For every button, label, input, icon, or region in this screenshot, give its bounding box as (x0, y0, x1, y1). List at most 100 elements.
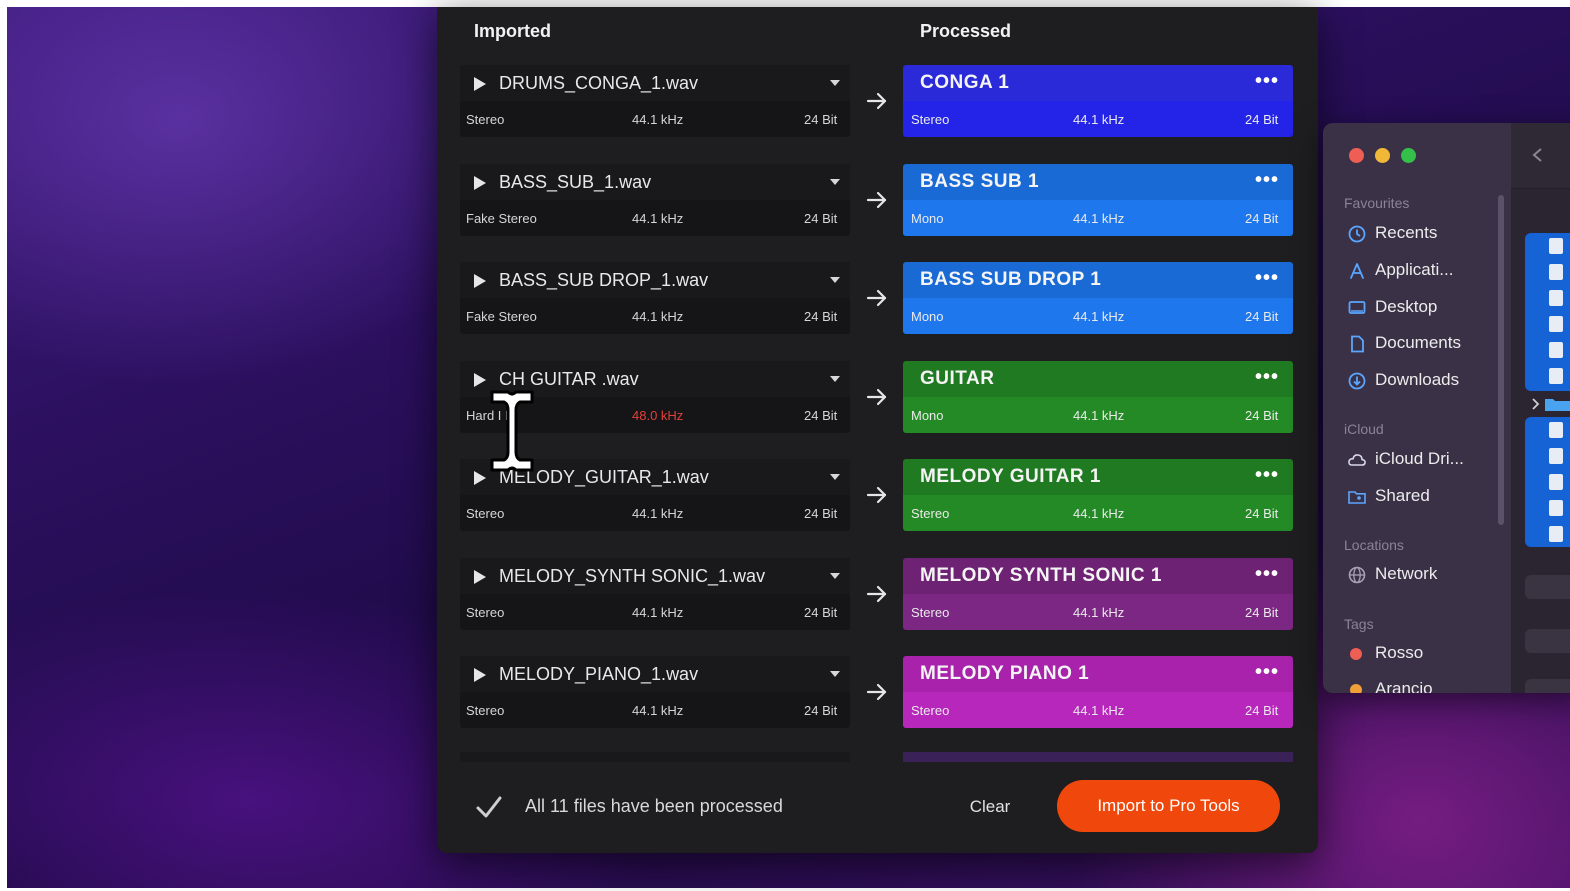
processed-channels: Stereo (911, 703, 950, 718)
play-icon[interactable] (474, 668, 486, 682)
next-imported-file-partial (460, 752, 850, 762)
imported-file[interactable]: MELODY_SYNTH SONIC_1.wav Stereo 44.1 kHz 24… (460, 558, 850, 630)
file-row: BASS_SUB_1.wav Fake Stereo 44.1 kHz 24 Bit B… (437, 164, 1318, 238)
audio-file-icon[interactable] (1549, 264, 1563, 280)
audio-file-icon[interactable] (1549, 474, 1563, 490)
sidebar-item-label: Rosso (1375, 643, 1424, 662)
processed-channels: Stereo (911, 605, 950, 620)
play-icon[interactable] (474, 274, 486, 288)
shared-folder-icon (1348, 491, 1366, 504)
processed-track[interactable]: BASS SUB 1 ••• Mono 44.1 kHz 24 Bit (903, 164, 1293, 236)
imported-file[interactable]: DRUMS_CONGA_1.wav Stereo 44.1 kHz 24 Bit (460, 65, 850, 137)
processed-track-name[interactable]: MELODY GUITAR 1 (920, 466, 1101, 488)
finder-row[interactable] (1525, 629, 1570, 653)
processed-track[interactable]: CONGA 1 ••• Stereo 44.1 kHz 24 Bit (903, 65, 1293, 137)
import-to-pro-tools-button[interactable]: Import to Pro Tools (1057, 780, 1280, 832)
imported-bit-depth: 24 Bit (804, 309, 838, 324)
audio-file-icon[interactable] (1549, 448, 1563, 464)
chevron-down-icon[interactable] (830, 573, 840, 579)
processed-sample-rate: 44.1 kHz (1073, 703, 1125, 718)
selected-files-group[interactable] (1525, 233, 1570, 391)
audio-file-icon[interactable] (1549, 316, 1563, 332)
audio-file-icon[interactable] (1549, 290, 1563, 306)
processed-track[interactable]: MELODY PIANO 1 ••• Stereo 44.1 kHz 24 Bit (903, 656, 1293, 728)
file-row: DRUMS_CONGA_1.wav Stereo 44.1 kHz 24 Bit CON… (437, 65, 1318, 139)
chevron-down-icon[interactable] (830, 376, 840, 382)
more-options-icon[interactable]: ••• (1255, 661, 1279, 684)
arrow-right-icon (866, 92, 887, 110)
cloud-icon (1348, 454, 1366, 466)
processed-track-name[interactable]: MELODY SYNTH SONIC 1 (920, 565, 1162, 587)
imported-file[interactable]: MELODY_PIANO_1.wav Stereo 44.1 kHz 24 Bit (460, 656, 850, 728)
section-favourites: Favourites (1344, 195, 1410, 211)
processed-track-info: Mono 44.1 kHz 24 Bit (903, 200, 1293, 236)
sidebar-item-label: Downloads (1375, 370, 1460, 390)
chevron-down-icon[interactable] (830, 179, 840, 185)
checkmark-icon (476, 796, 502, 818)
audio-file-icon[interactable] (1549, 500, 1563, 516)
finder-row[interactable] (1525, 575, 1570, 599)
play-icon[interactable] (474, 176, 486, 190)
processed-bit-depth: 24 Bit (1245, 211, 1279, 226)
audio-file-icon[interactable] (1549, 526, 1563, 542)
processed-track-info: Mono 44.1 kHz 24 Bit (903, 397, 1293, 433)
download-icon (1348, 372, 1366, 390)
minimize-window-button[interactable] (1375, 148, 1390, 163)
more-options-icon[interactable]: ••• (1255, 366, 1279, 389)
file-list[interactable]: DRUMS_CONGA_1.wav Stereo 44.1 kHz 24 Bit CON… (437, 7, 1318, 767)
audio-file-icon[interactable] (1549, 238, 1563, 254)
processed-sample-rate: 44.1 kHz (1073, 211, 1125, 226)
chevron-down-icon[interactable] (830, 277, 840, 283)
chevron-down-icon[interactable] (830, 671, 840, 677)
processed-track-info: Mono 44.1 kHz 24 Bit (903, 298, 1293, 334)
processed-track-info: Stereo 44.1 kHz 24 Bit (903, 594, 1293, 630)
back-chevron-icon[interactable] (1531, 147, 1543, 163)
processed-track[interactable]: MELODY GUITAR 1 ••• Stereo 44.1 kHz 24 Bit (903, 459, 1293, 531)
close-window-button[interactable] (1349, 148, 1364, 163)
imported-file[interactable]: BASS_SUB DROP_1.wav Fake Stereo 44.1 kHz 24… (460, 262, 850, 334)
file-row: BASS_SUB DROP_1.wav Fake Stereo 44.1 kHz 24… (437, 262, 1318, 336)
clear-button[interactable]: Clear (957, 791, 1023, 823)
audio-file-icon[interactable] (1549, 342, 1563, 358)
play-icon[interactable] (474, 373, 486, 387)
play-icon[interactable] (474, 471, 486, 485)
processed-bit-depth: 24 Bit (1245, 506, 1279, 521)
more-options-icon[interactable]: ••• (1255, 267, 1279, 290)
more-options-icon[interactable]: ••• (1255, 169, 1279, 192)
more-options-icon[interactable]: ••• (1255, 563, 1279, 586)
selected-files-group[interactable] (1525, 417, 1570, 547)
processed-bit-depth: 24 Bit (1245, 309, 1279, 324)
processed-sample-rate: 44.1 kHz (1073, 309, 1125, 324)
finder-row[interactable] (1525, 679, 1570, 693)
sidebar-scrollbar[interactable] (1498, 195, 1504, 525)
imported-bit-depth: 24 Bit (804, 506, 838, 521)
sidebar-item-label: Applicati... (1375, 259, 1454, 279)
audio-file-icon[interactable] (1549, 422, 1563, 438)
processed-track[interactable]: GUITAR ••• Mono 44.1 kHz 24 Bit (903, 361, 1293, 433)
zoom-window-button[interactable] (1401, 148, 1416, 163)
tag-color-dot (1350, 684, 1362, 693)
more-options-icon[interactable]: ••• (1255, 464, 1279, 487)
play-icon[interactable] (474, 77, 486, 91)
sidebar-item-label: iCloud Dri... (1375, 449, 1464, 468)
processed-track[interactable]: MELODY SYNTH SONIC 1 ••• Stereo 44.1 kHz 24 … (903, 558, 1293, 630)
processed-track-name[interactable]: BASS SUB DROP 1 (920, 269, 1101, 291)
finder-window: Favourites Recents Applicati... Desktop Doc… (1323, 123, 1570, 693)
processed-track-name[interactable]: GUITAR (920, 368, 994, 390)
play-icon[interactable] (474, 570, 486, 584)
chevron-down-icon[interactable] (830, 474, 840, 480)
imported-file[interactable]: BASS_SUB_1.wav Fake Stereo 44.1 kHz 24 Bit (460, 164, 850, 236)
more-options-icon[interactable]: ••• (1255, 70, 1279, 93)
processed-track[interactable]: BASS SUB DROP 1 ••• Mono 44.1 kHz 24 Bit (903, 262, 1293, 334)
processed-channels: Stereo (911, 506, 950, 521)
chevron-down-icon[interactable] (830, 80, 840, 86)
processed-track-name[interactable]: BASS SUB 1 (920, 171, 1039, 193)
processed-channels: Mono (911, 309, 944, 324)
clock-icon (1348, 225, 1366, 243)
processed-track-name[interactable]: MELODY PIANO 1 (920, 663, 1089, 685)
screen-border-left (0, 0, 7, 891)
folder-row[interactable] (1531, 395, 1570, 413)
audio-file-icon[interactable] (1549, 368, 1563, 384)
file-row: CH GUITAR .wav Hard I R 48.0 kHz 24 Bit GUIT… (437, 361, 1318, 435)
processed-track-name[interactable]: CONGA 1 (920, 72, 1009, 94)
